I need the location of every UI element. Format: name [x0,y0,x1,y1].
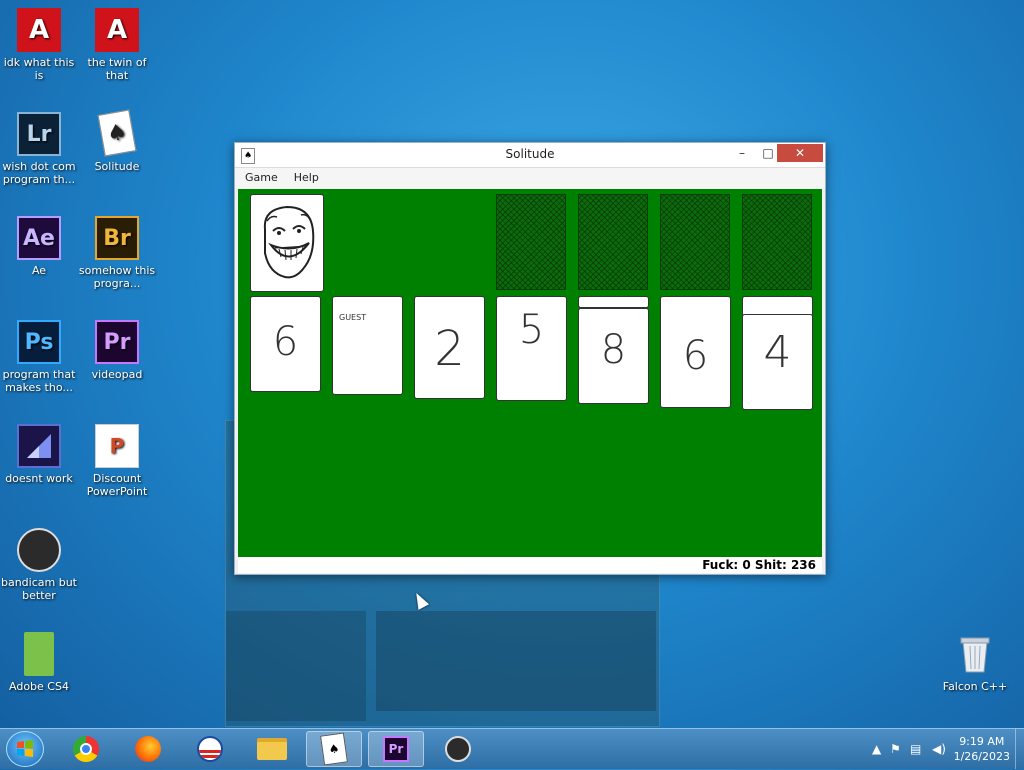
desktop-icon-label: doesnt work [5,472,73,485]
troll-face-icon [263,205,315,279]
bridge-icon: Br [95,216,139,260]
card-value: 2 [434,321,465,377]
desktop-icon-label: Adobe CS4 [9,680,69,693]
desktop-icon-videopad[interactable]: Pr videopad [78,320,156,381]
card-value: 4 [763,327,792,378]
clock[interactable]: 9:19 AM 1/26/2023 [954,734,1010,764]
desktop-icon-label: Discount PowerPoint [86,472,148,498]
obs-icon [17,528,61,572]
status-bar: Fuck: 0 Shit: 236 [238,557,822,573]
menu-help[interactable]: Help [284,168,325,184]
desktop-icon-label: Ae [31,264,47,277]
obama-icon [197,736,223,762]
system-tray: ▲ ⚑ ▤ ◀) 9:19 AM 1/26/2023 [844,729,1024,769]
premiere-icon: Pr [383,736,409,762]
desktop-icon-label: the twin of that [87,56,147,82]
tableau-card-back [742,296,813,316]
taskbar-firefox[interactable] [120,731,176,767]
close-button[interactable]: ✕ [777,144,823,162]
desktop-icon-adobe-cs4[interactable]: Adobe CS4 [0,632,78,693]
title-bar[interactable]: ♠ Solitude – □ ✕ [235,143,825,168]
network-icon[interactable]: ▤ [910,742,921,756]
dreamweaver-icon [17,424,61,468]
stock-pile-card[interactable] [250,194,324,292]
after-effects-icon: Ae [17,216,61,260]
foundation-slot[interactable] [660,194,730,290]
solitude-window: ♠ Solitude – □ ✕ Game Help 6 GUEST 2 5 8… [234,142,826,575]
premiere-icon: Pr [95,320,139,364]
show-desktop-button[interactable] [1015,729,1024,769]
file-explorer-icon [257,738,287,760]
ghost-panel [226,611,366,721]
flag-icon[interactable]: ⚑ [890,742,901,756]
tableau-card-back [578,296,649,308]
desktop-icon-label: idk what this is [3,56,75,82]
desktop-icon-wish-dot-com[interactable]: Lr wish dot com program th... [0,112,78,186]
score-status: Fuck: 0 Shit: 236 [702,558,816,572]
folder-icon [24,632,54,676]
taskbar: ♠ Pr ▲ ⚑ ▤ ◀) 9:19 AM 1/26/2023 [0,728,1024,769]
desktop-icon-label: somehow this progra... [78,264,156,290]
volume-icon[interactable]: ◀) [932,742,946,756]
desktop-icon-label: bandicam but better [0,576,77,602]
desktop-icon-bandicam-but-better[interactable]: bandicam but better [0,528,78,602]
desktop-icon-discount-powerpoint[interactable]: P Discount PowerPoint [78,424,156,498]
card-value: 6 [682,333,709,379]
desktop-icon-label: program that makes tho... [2,368,76,394]
taskbar-premiere[interactable]: Pr [368,731,424,767]
desktop-icon-solitude[interactable]: ♠ Solitude [78,109,156,173]
taskbar-obama[interactable] [182,731,238,767]
game-board: 6 GUEST 2 5 8 6 4 [238,189,822,557]
desktop-icon-idk-what-this-is[interactable]: A idk what this is [0,8,78,82]
desktop-icon-falcon-cpp[interactable]: Falcon C++ [936,632,1014,693]
menu-game[interactable]: Game [235,168,284,184]
start-button[interactable] [6,731,44,767]
desktop-icon-ae[interactable]: Ae Ae [0,216,78,277]
photoshop-icon: Ps [17,320,61,364]
tableau-card[interactable]: 2 [414,296,485,399]
tableau-card[interactable]: 6 [660,296,731,408]
tableau-card[interactable]: 5 [496,296,567,401]
desktop-icon-program-that-makes[interactable]: Ps program that makes tho... [0,320,78,394]
ghost-panel [376,611,656,711]
tableau-card[interactable]: 8 [578,308,649,404]
foundation-slot[interactable] [578,194,648,290]
minimize-button[interactable]: – [729,143,755,163]
taskbar-solitaire[interactable]: ♠ [306,731,362,767]
desktop-icon-label: videopad [91,368,143,381]
foundation-slot[interactable] [496,194,566,290]
solitaire-icon: ♠ [320,732,348,766]
tableau-card[interactable]: 4 [742,314,813,410]
tableau-card[interactable]: GUEST [332,296,403,395]
firefox-icon [135,736,161,762]
obs-icon [445,736,471,762]
desktop-icon-somehow-this-program[interactable]: Br somehow this progra... [78,216,156,290]
menu-bar: Game Help [235,168,825,188]
windows-logo-icon [17,740,33,757]
taskbar-file-explorer[interactable] [244,731,300,767]
desktop-icon-label: Falcon C++ [942,680,1008,693]
desktop-icon-label: wish dot com program th... [2,160,76,186]
solitaire-cards-icon: ♠ [97,109,137,157]
desktop-icon-the-twin-of-that[interactable]: A the twin of that [78,8,156,82]
taskbar-chrome[interactable] [58,731,114,767]
tableau-card[interactable]: 6 [250,296,321,392]
adobe-acrobat-icon: A [17,8,61,52]
card-value: 6 [272,319,299,365]
clock-date: 1/26/2023 [953,750,1010,763]
foundation-slot[interactable] [742,194,812,290]
taskbar-obs[interactable] [430,731,486,767]
card-value: 8 [600,327,627,373]
clock-time: 9:19 AM [959,735,1005,748]
card-value: 5 [518,307,545,353]
adobe-acrobat-icon: A [95,8,139,52]
lightroom-icon: Lr [17,112,61,156]
desktop-icon-doesnt-work[interactable]: doesnt work [0,424,78,485]
recycle-bin-icon [960,637,990,673]
card-value: GUEST [339,313,367,322]
chrome-icon [73,736,99,762]
chevron-up-icon[interactable]: ▲ [872,742,881,756]
desktop-icon-label: Solitude [94,160,140,173]
powerpoint-icon: P [95,424,139,468]
